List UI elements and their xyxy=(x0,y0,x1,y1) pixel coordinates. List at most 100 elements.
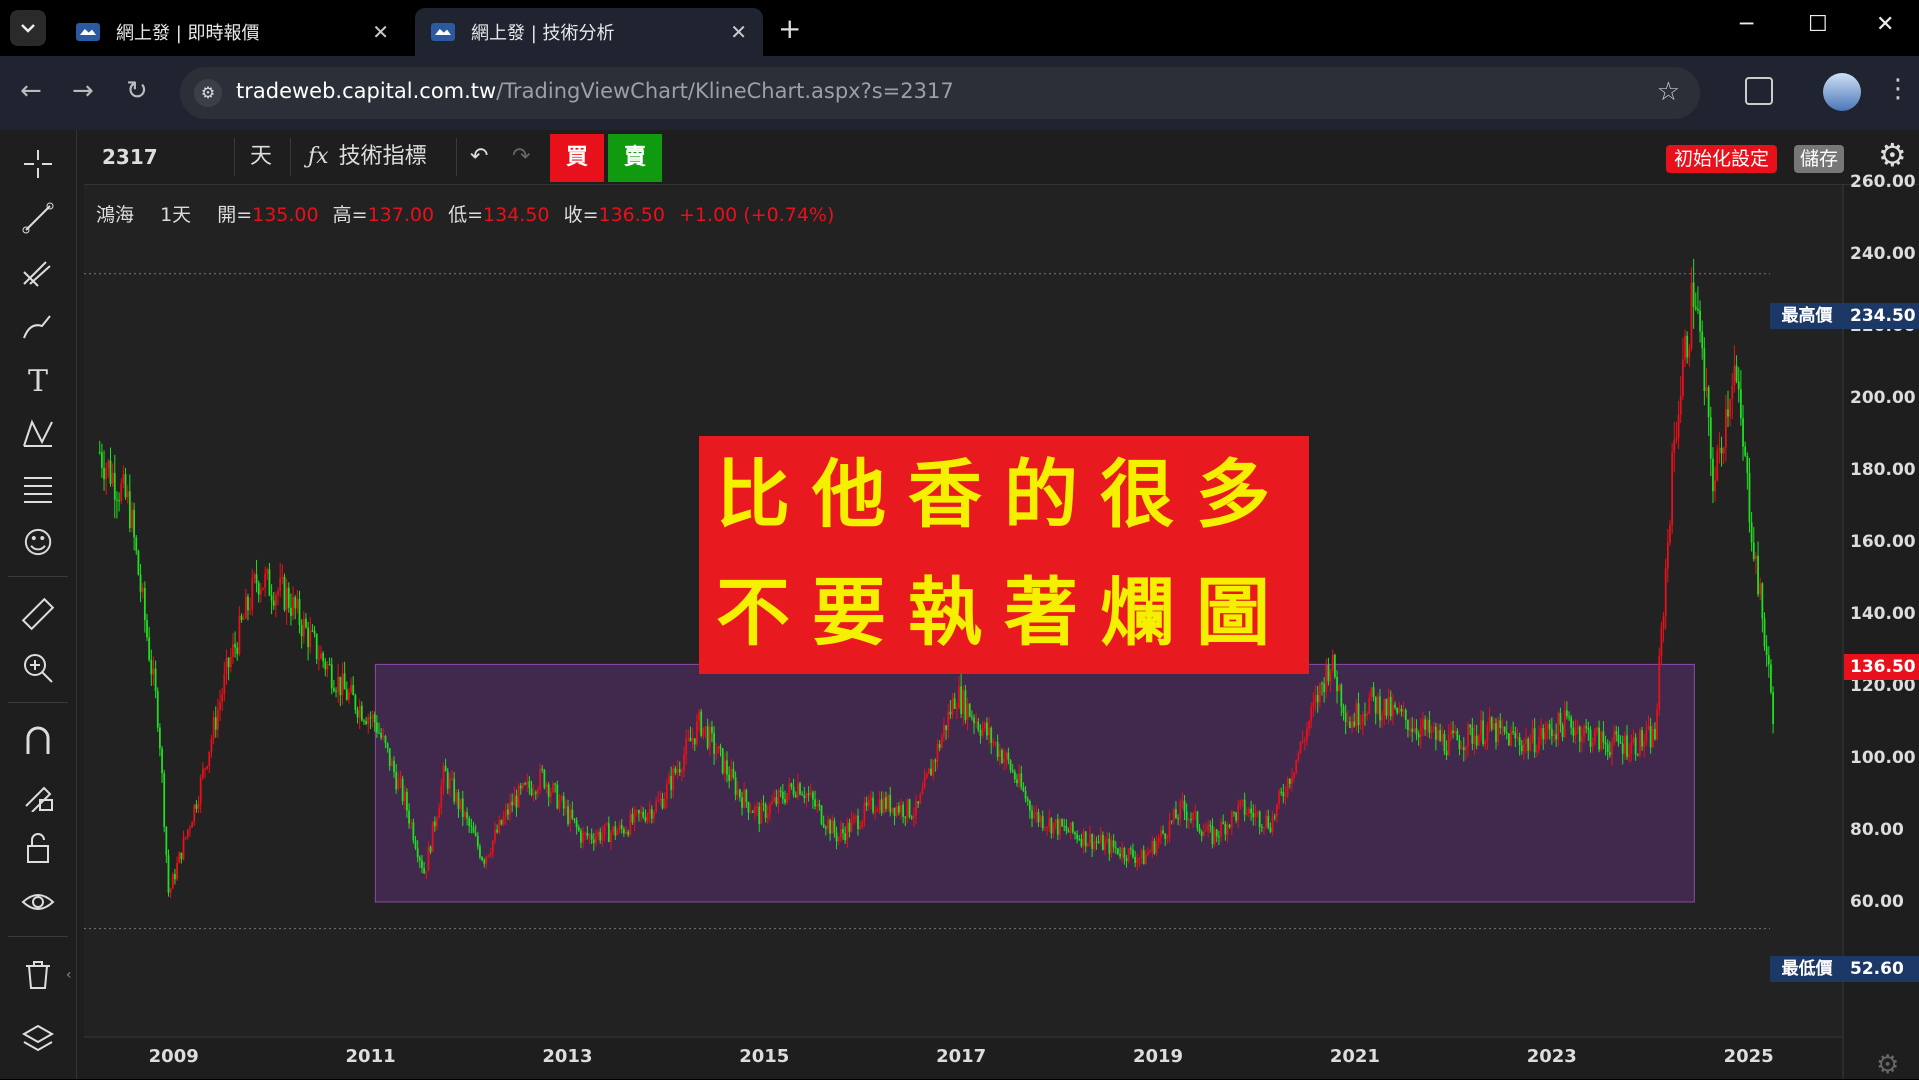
candle-body xyxy=(356,709,359,718)
candle-body xyxy=(1574,730,1577,736)
candle-body xyxy=(1628,753,1631,757)
candle-body xyxy=(1430,729,1433,733)
candle-body xyxy=(620,824,623,829)
maximize-icon[interactable]: ☐ xyxy=(1808,12,1828,37)
candle-body xyxy=(1157,836,1160,842)
buy-button[interactable]: 買 xyxy=(550,134,604,182)
candle-body xyxy=(859,826,862,830)
back-icon[interactable]: ← xyxy=(20,76,42,106)
new-tab-icon[interactable]: + xyxy=(778,12,801,45)
ruler-icon[interactable] xyxy=(18,596,58,636)
close-tab-icon[interactable]: ✕ xyxy=(730,20,747,44)
menu-icon[interactable]: ⋮ xyxy=(1885,74,1911,104)
candle-body xyxy=(315,634,318,659)
candle-body xyxy=(597,831,600,837)
candle-body xyxy=(983,722,986,729)
candle-body xyxy=(1523,743,1525,752)
unlock-icon[interactable] xyxy=(18,830,58,870)
candle-body xyxy=(777,790,780,805)
trash-icon[interactable] xyxy=(18,956,58,996)
layers-icon[interactable] xyxy=(18,1020,58,1060)
candle-body xyxy=(1215,829,1218,837)
save-button[interactable]: 儲存 xyxy=(1794,145,1845,173)
sell-button[interactable]: 賣 xyxy=(608,134,662,182)
candle-body xyxy=(1254,812,1257,818)
undo-icon[interactable]: ↶ xyxy=(470,130,488,184)
candle-body xyxy=(758,806,761,824)
eye-icon[interactable] xyxy=(18,884,58,924)
banner-line-2: 不要執著爛圖 xyxy=(716,570,1292,656)
indicators-button[interactable]: ƒx 技術指標 xyxy=(308,130,427,184)
text-icon[interactable]: T xyxy=(18,362,58,402)
candle-body xyxy=(822,823,825,827)
zoom-in-icon[interactable] xyxy=(18,650,58,690)
bookmark-star-icon[interactable]: ☆ xyxy=(1657,77,1680,107)
year-tick-label: 2025 xyxy=(1723,1046,1774,1067)
candle-body xyxy=(1050,818,1053,834)
candle-body xyxy=(1020,773,1023,788)
candle-body xyxy=(169,888,172,893)
url-text[interactable]: tradeweb.capital.com.tw/TradingViewChart… xyxy=(236,79,954,103)
candle-body xyxy=(1039,816,1042,823)
candle-body xyxy=(1011,770,1014,772)
pattern-icon[interactable] xyxy=(18,416,58,456)
candle-body xyxy=(975,721,978,724)
candle-body xyxy=(1147,852,1149,855)
candle-body xyxy=(1018,773,1021,784)
extensions-icon[interactable] xyxy=(1745,77,1773,105)
candle-body xyxy=(131,509,133,528)
tab-search-icon[interactable] xyxy=(10,10,46,46)
candle-body xyxy=(107,460,110,468)
candle-body xyxy=(1699,310,1701,332)
candle-body xyxy=(876,809,879,812)
brush-icon[interactable] xyxy=(18,308,58,348)
candle-body xyxy=(938,744,941,748)
candle-body xyxy=(453,778,456,802)
reset-settings-button[interactable]: 初始化設定 xyxy=(1666,145,1778,173)
forward-icon[interactable]: → xyxy=(72,76,94,106)
candle-body xyxy=(917,801,920,804)
symbol-search[interactable]: 2317 xyxy=(102,130,158,184)
candle-body xyxy=(973,717,975,724)
pitchfork-icon[interactable] xyxy=(18,254,58,294)
candle-body xyxy=(1686,335,1689,358)
candle-body xyxy=(895,806,898,817)
candle-body xyxy=(1396,707,1399,713)
tab-realtime-quote[interactable]: 網上發 | 即時報價 ✕ xyxy=(60,8,405,56)
fib-icon[interactable] xyxy=(18,470,58,510)
site-info-icon[interactable]: ⚙ xyxy=(194,79,222,107)
redo-icon[interactable]: ↷ xyxy=(512,130,530,184)
close-window-icon[interactable]: ✕ xyxy=(1876,12,1894,37)
candle-body xyxy=(191,822,194,828)
chart-settings-icon[interactable]: ⚙ xyxy=(1876,1050,1899,1080)
candle-body xyxy=(494,829,496,841)
candle-body xyxy=(311,630,314,632)
tab-technical-analysis[interactable]: 網上發 | 技術分析 ✕ xyxy=(415,8,763,56)
lock-drawing-icon[interactable] xyxy=(18,776,58,816)
url-omnibox[interactable]: ⚙ tradeweb.capital.com.tw/TradingViewCha… xyxy=(180,67,1700,119)
settings-gear-icon[interactable]: ⚙ xyxy=(1878,136,1907,174)
candle-body xyxy=(1535,750,1538,753)
trend-line-icon[interactable] xyxy=(18,200,58,240)
candle-body xyxy=(1056,819,1059,835)
candle-body xyxy=(1093,841,1096,849)
reload-icon[interactable]: ↻ xyxy=(126,76,148,106)
close-tab-icon[interactable]: ✕ xyxy=(372,20,389,44)
candle-body xyxy=(105,467,108,480)
profile-avatar[interactable] xyxy=(1823,73,1861,111)
candle-body xyxy=(1132,849,1134,857)
candle-body xyxy=(781,792,784,800)
crosshair-icon[interactable] xyxy=(18,146,58,186)
candle-body xyxy=(143,587,146,621)
candle-body xyxy=(1136,859,1139,863)
minimize-icon[interactable]: ─ xyxy=(1740,12,1753,37)
magnet-icon[interactable] xyxy=(18,722,58,762)
candle-body xyxy=(1256,811,1259,813)
collapse-toolbar-icon[interactable]: ‹ xyxy=(66,955,78,995)
candle-body xyxy=(1411,728,1414,732)
candle-body xyxy=(904,816,907,818)
emoji-icon[interactable]: ☺ xyxy=(18,524,58,564)
interval-selector[interactable]: 天 xyxy=(250,130,272,184)
candle-body xyxy=(665,783,668,799)
candle-body xyxy=(756,806,758,808)
